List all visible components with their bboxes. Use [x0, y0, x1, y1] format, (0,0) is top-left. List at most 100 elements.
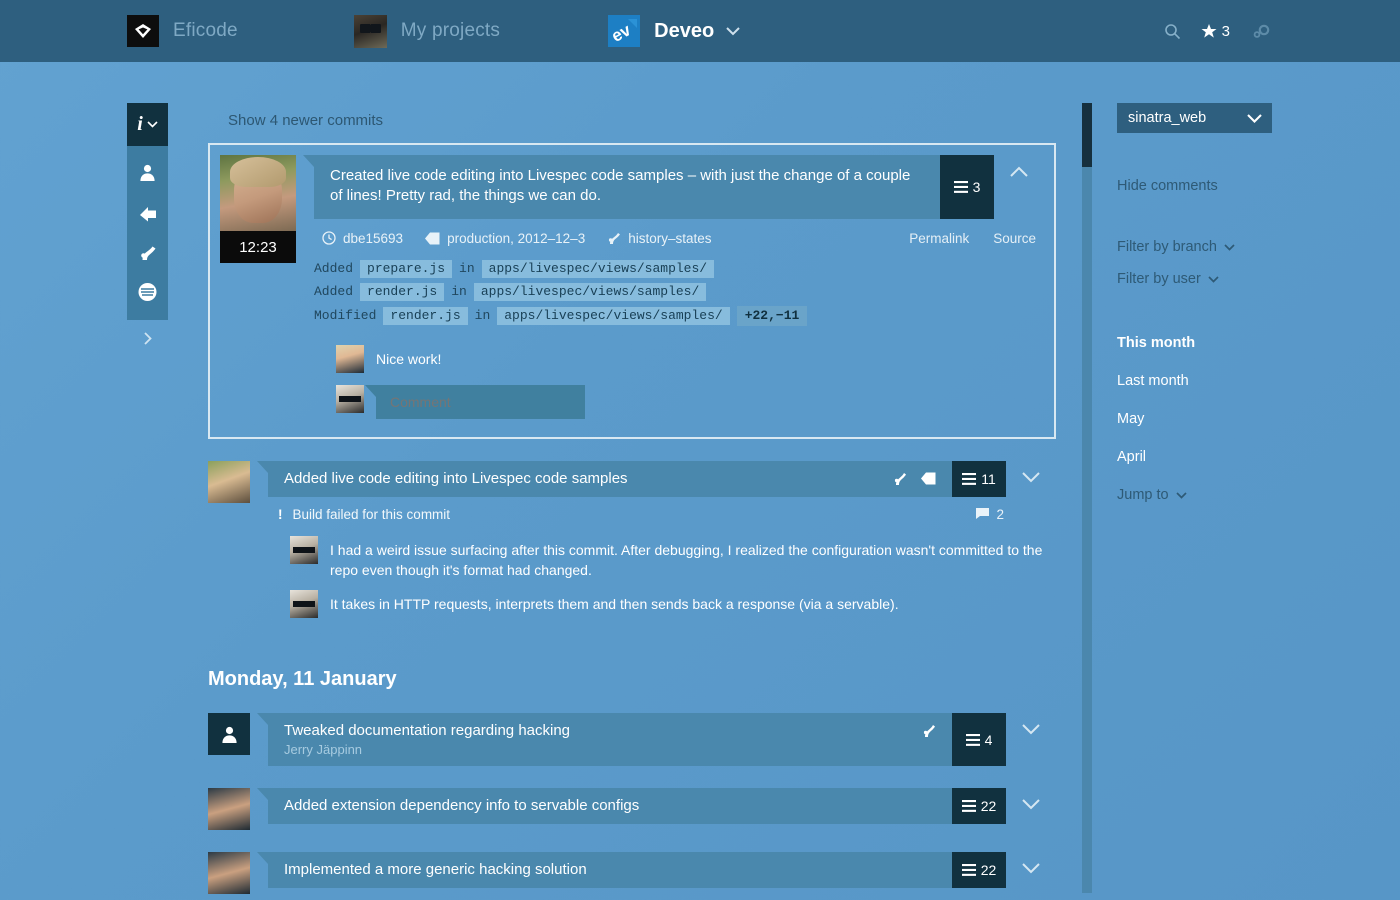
show-newer-commits-link[interactable]: Show 4 newer commits — [208, 103, 403, 143]
files-changed-badge[interactable]: 11 — [952, 460, 1006, 497]
commenter-avatar — [336, 344, 364, 373]
commit-author-avatar — [208, 460, 250, 503]
chevron-up-icon — [1010, 166, 1028, 177]
chevron-down-icon — [1022, 799, 1040, 810]
expanded-commit-card: 12:23 Created live code editing into Liv… — [208, 143, 1056, 439]
expand-commit-button[interactable] — [1006, 852, 1056, 888]
sidebar-item-activity[interactable] — [127, 272, 168, 312]
commit-title[interactable]: Added live code editing into Livespec co… — [257, 460, 952, 497]
changed-file-row[interactable]: Added render.js in apps/livespec/views/s… — [314, 282, 1044, 301]
commit-title-text: Added live code editing into Livespec co… — [284, 469, 628, 487]
month-filter-last-month[interactable]: Last month — [1117, 373, 1377, 389]
expand-commit-button[interactable] — [1006, 461, 1056, 497]
commit-author-avatar — [208, 788, 250, 831]
deveo-logo-icon[interactable]: ev — [608, 15, 641, 47]
comment-count: 2 — [996, 506, 1004, 522]
change-file: render.js — [360, 282, 445, 301]
build-status-text: Build failed for this commit — [292, 506, 451, 522]
comment-input[interactable] — [376, 384, 585, 419]
filter-by-branch[interactable]: Filter by branch — [1117, 239, 1377, 255]
commit-title[interactable]: Implemented a more generic hacking solut… — [257, 852, 952, 889]
commit-tag-text: production, 2012–12–3 — [447, 230, 586, 246]
file-list-icon — [965, 733, 980, 746]
expand-commit-button[interactable] — [1006, 713, 1056, 766]
my-projects-link[interactable]: My projects — [401, 20, 500, 42]
files-changed-badge[interactable]: 22 — [952, 852, 1006, 889]
feed-icon — [137, 282, 158, 302]
chevron-down-icon — [1022, 471, 1040, 482]
change-verb: Added — [314, 284, 354, 299]
commit-title-text: Tweaked documentation regarding hacking — [284, 722, 571, 740]
comment-text: I had a weird issue surfacing after this… — [330, 541, 1043, 578]
rail-expand-button[interactable] — [127, 320, 168, 356]
comment-compose-row — [336, 384, 1044, 419]
commit-hash-item[interactable]: dbe15693 — [322, 231, 403, 246]
commit-author-avatar — [220, 155, 296, 231]
user-icon — [138, 163, 157, 182]
rail-header[interactable]: i — [127, 103, 168, 146]
star-count: 3 — [1221, 22, 1230, 40]
commit-branch-item[interactable]: history–states — [607, 230, 712, 246]
commit-feed: Show 4 newer commits 12:23 Created live … — [208, 103, 1056, 900]
chevron-down-icon — [1175, 491, 1187, 499]
filter-by-user-label: Filter by user — [1117, 271, 1201, 287]
file-list-icon — [961, 800, 976, 812]
tag-icon[interactable] — [921, 472, 936, 485]
commit-title[interactable]: Added extension dependency info to serva… — [257, 788, 952, 825]
chevron-down-icon — [147, 121, 158, 128]
comment-count-badge[interactable]: 2 — [976, 507, 1056, 522]
projects-avatar[interactable] — [353, 14, 387, 48]
source-link[interactable]: Source — [993, 231, 1036, 246]
month-filter-may[interactable]: May — [1117, 411, 1377, 427]
commit-title[interactable]: Tweaked documentation regarding hacking … — [257, 713, 952, 767]
diamond-logo-icon[interactable] — [127, 15, 159, 47]
commit-message[interactable]: Created live code editing into Livespec … — [303, 155, 940, 219]
month-filter-this-month[interactable]: This month — [1117, 335, 1377, 351]
scrollbar-thumb[interactable] — [1082, 103, 1092, 167]
files-changed-badge[interactable]: 3 — [940, 155, 994, 219]
change-path: apps/livespec/views/samples/ — [481, 259, 715, 278]
files-changed-badge[interactable]: 22 — [952, 788, 1006, 825]
branch-icon — [138, 243, 158, 262]
collapse-commit-button[interactable] — [994, 155, 1044, 219]
jump-to-dropdown[interactable]: Jump to — [1117, 487, 1377, 503]
commit-tag-item[interactable]: production, 2012–12–3 — [425, 231, 585, 246]
search-icon[interactable] — [1164, 23, 1181, 40]
favorites-indicator[interactable]: 3 — [1201, 23, 1230, 40]
gear-icon[interactable] — [1250, 23, 1270, 40]
scrollbar-track[interactable] — [1082, 103, 1092, 893]
changed-file-row[interactable]: Added prepare.js in apps/livespec/views/… — [314, 259, 1044, 278]
changed-files-list: Added prepare.js in apps/livespec/views/… — [314, 246, 1044, 326]
filter-by-user[interactable]: Filter by user — [1117, 271, 1377, 287]
change-file: render.js — [383, 306, 468, 325]
repository-select[interactable]: sinatra_web — [1117, 103, 1272, 133]
build-status-row[interactable]: ! Build failed for this commit 2 — [268, 497, 1056, 522]
expand-commit-button[interactable] — [1006, 788, 1056, 824]
files-changed-count: 22 — [980, 862, 997, 879]
files-changed-count: 11 — [981, 470, 996, 487]
chevron-down-icon — [1224, 243, 1235, 251]
sidebar-item-branches[interactable] — [127, 232, 168, 272]
change-in: in — [459, 261, 475, 276]
hide-comments-toggle[interactable]: Hide comments — [1117, 178, 1377, 194]
chevron-down-icon[interactable] — [726, 26, 740, 36]
day-heading: Monday, 11 January — [208, 668, 397, 691]
month-filter-april[interactable]: April — [1117, 449, 1377, 465]
changed-file-row[interactable]: Modified render.js in apps/livespec/view… — [314, 305, 1044, 326]
change-verb: Modified — [314, 308, 377, 323]
branch-icon[interactable] — [893, 471, 907, 486]
comment-item: It takes in HTTP requests, interprets th… — [290, 590, 1056, 619]
sidebar-item-users[interactable] — [127, 152, 168, 192]
permalink-link[interactable]: Permalink — [909, 231, 969, 246]
org-name[interactable]: Eficode — [173, 20, 238, 42]
commit-branch-text: history–states — [628, 230, 712, 246]
commit-comments: Nice work! — [314, 331, 1044, 419]
file-list-icon — [961, 864, 976, 876]
files-changed-badge[interactable]: 4 — [952, 713, 1006, 767]
branch-icon[interactable] — [922, 723, 936, 738]
sidebar-item-tags[interactable] — [127, 192, 168, 232]
change-path: apps/livespec/views/samples/ — [473, 282, 707, 301]
top-bar-actions: 3 — [1164, 0, 1270, 62]
user-icon — [221, 726, 237, 743]
commit-author-avatar — [208, 852, 250, 895]
